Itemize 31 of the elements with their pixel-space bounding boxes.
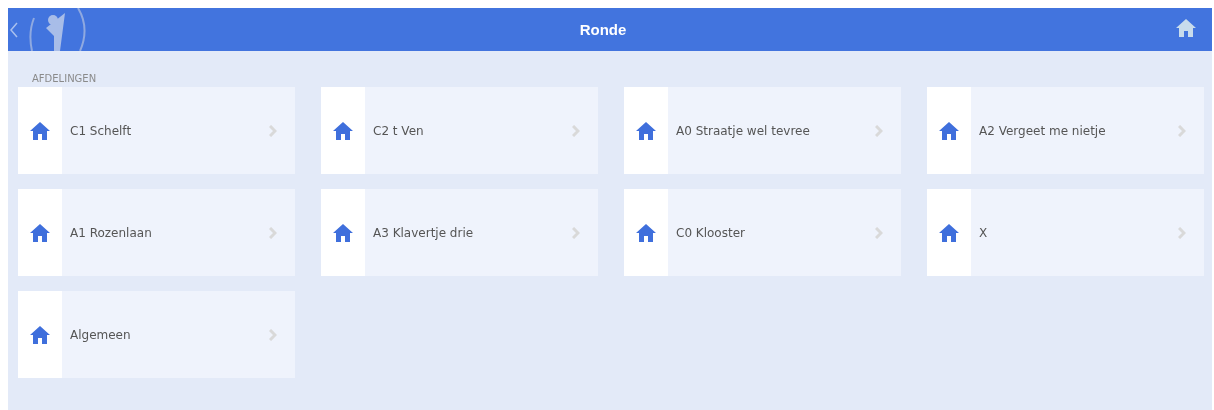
chevron-icon bbox=[572, 124, 580, 137]
section-label: AFDELINGEN bbox=[32, 73, 98, 84]
house-icon bbox=[636, 222, 656, 243]
chevron-icon bbox=[1178, 124, 1186, 137]
house-icon bbox=[939, 222, 959, 243]
department-card[interactable]: C0 Klooster bbox=[624, 189, 901, 276]
house-icon bbox=[30, 120, 50, 141]
house-icon bbox=[30, 324, 50, 345]
house-icon bbox=[333, 222, 353, 243]
chevron-icon bbox=[269, 124, 277, 137]
home-icon bbox=[1176, 17, 1196, 38]
department-card[interactable]: A2 Vergeet me nietje bbox=[927, 87, 1204, 174]
back-icon[interactable] bbox=[10, 21, 18, 38]
chevron-icon bbox=[269, 226, 277, 239]
department-card[interactable]: C1 Schelft bbox=[18, 87, 295, 174]
chevron-icon bbox=[572, 226, 580, 239]
page-title: Ronde bbox=[578, 21, 628, 38]
department-card[interactable]: A3 Klavertje drie bbox=[321, 189, 598, 276]
department-card[interactable]: C2 t Ven bbox=[321, 87, 598, 174]
chevron-icon bbox=[269, 328, 277, 341]
department-card[interactable]: A0 Straatje wel tevree bbox=[624, 87, 901, 174]
department-card[interactable]: Algemeen bbox=[18, 291, 295, 378]
chevron-icon bbox=[875, 124, 883, 137]
department-card[interactable]: X bbox=[927, 189, 1204, 276]
department-card[interactable]: A1 Rozenlaan bbox=[18, 189, 295, 276]
house-icon bbox=[636, 120, 656, 141]
house-icon bbox=[939, 120, 959, 141]
chevron-icon bbox=[875, 226, 883, 239]
house-icon bbox=[30, 222, 50, 243]
house-icon bbox=[333, 120, 353, 141]
chevron-icon bbox=[1178, 226, 1186, 239]
